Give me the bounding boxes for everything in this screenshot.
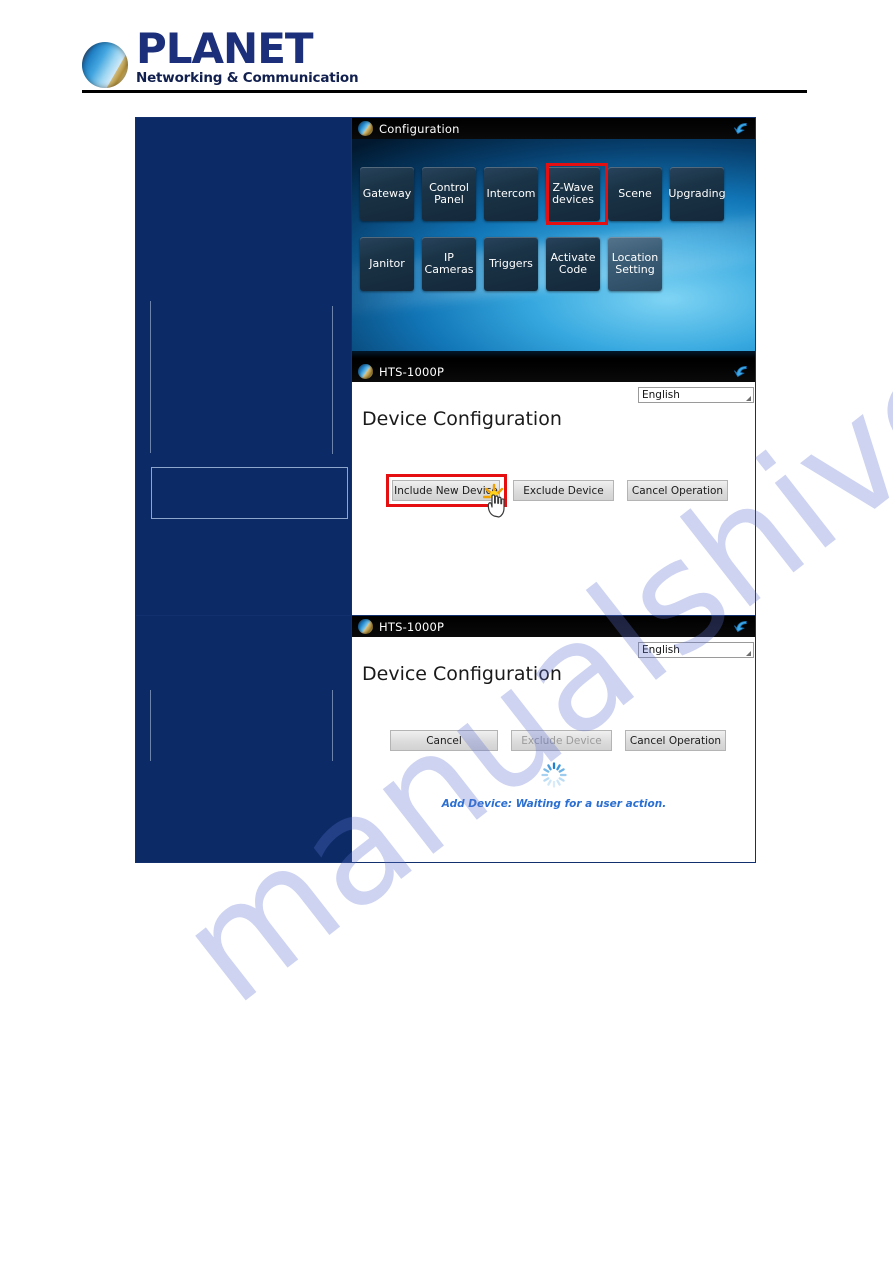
brand-tagline: Networking & Communication [136,70,359,86]
redacted-callout-box [151,467,348,519]
language-select[interactable]: English [638,387,754,403]
tile-gateway[interactable]: Gateway [360,167,414,221]
titlebar-title: Configuration [379,121,460,136]
hand-pointer-click-icon [482,483,517,519]
tile-janitor[interactable]: Janitor [360,237,414,291]
device-config-step1-titlebar: HTS-1000P [352,361,755,382]
exclude-device-button[interactable]: Exclude Device [513,480,614,501]
planet-globe-icon [82,41,128,88]
tile-z-wave-devices[interactable]: Z-Wave devices [546,167,600,221]
screenshot-table: Configuration Gateway Control Panel Inte… [135,117,756,863]
tile-upgrading[interactable]: Upgrading [668,167,726,221]
panel-cell: HTS-1000P English Device Configuration C… [352,616,755,862]
panel-cell: Configuration Gateway Control Panel Inte… [352,118,755,615]
device-config-step1-button-row: Include New Device Exclude Device Cancel… [392,480,728,501]
language-select-value: English [642,644,680,656]
planet-wordmark: PLANET Networking & Communication [136,24,359,88]
tile-intercom[interactable]: Intercom [484,167,538,221]
cancel-operation-button[interactable]: Cancel Operation [627,480,728,501]
planet-globe-icon [358,364,373,379]
page-title: Device Configuration [362,408,562,430]
planet-logo: PLANET Networking & Communication [82,24,359,88]
back-arrow-icon[interactable] [733,618,751,635]
tile-ip-cameras[interactable]: IP Cameras [422,237,476,291]
tile-activate-code[interactable]: Activate Code [546,237,600,291]
table-row: HTS-1000P English Device Configuration C… [136,616,755,862]
titlebar-title: HTS-1000P [379,619,445,634]
status-message: Add Device: Waiting for a user action. [441,798,667,810]
tile-location-setting[interactable]: Location Setting [608,237,662,291]
device-config-step2-titlebar: HTS-1000P [352,616,755,637]
chevron-down-icon [746,651,751,656]
exclude-device-button: Exclude Device [511,730,612,751]
device-config-step1-body: English Device Configuration Include New… [352,382,755,592]
device-config-step2-button-row: Cancel Exclude Device Cancel Operation [390,730,726,751]
language-select-value: English [642,389,680,401]
redaction-tick [150,690,151,761]
tile-scene[interactable]: Scene [608,167,662,221]
configuration-panel: Configuration Gateway Control Panel Inte… [352,118,755,361]
device-config-step2-panel: HTS-1000P English Device Configuration C… [352,616,755,847]
planet-globe-icon [358,619,373,634]
chevron-down-icon [746,396,751,401]
redaction-tick [332,306,333,454]
tile-row-1: Gateway Control Panel Intercom Z-Wave de… [360,167,726,221]
page-title: Device Configuration [362,663,562,685]
redacted-text-cell [136,118,352,615]
tile-control-panel[interactable]: Control Panel [422,167,476,221]
redaction-tick [150,301,151,453]
tile-triggers[interactable]: Triggers [484,237,538,291]
titlebar-title: HTS-1000P [379,364,445,379]
language-select[interactable]: English [638,642,754,658]
loading-spinner-icon [541,762,567,788]
device-config-step1-panel: HTS-1000P English Device Configuration I… [352,361,755,592]
planet-globe-icon [358,121,373,136]
brand-name: PLANET [136,24,314,73]
redaction-tick [332,690,333,761]
cancel-button[interactable]: Cancel [390,730,498,751]
header-divider [82,90,807,93]
configuration-titlebar: Configuration [352,118,755,139]
redacted-text-cell [136,616,352,862]
cancel-operation-button[interactable]: Cancel Operation [625,730,726,751]
back-arrow-icon[interactable] [733,363,751,380]
table-row: Configuration Gateway Control Panel Inte… [136,118,755,616]
back-arrow-icon[interactable] [733,120,751,137]
device-config-step2-body: English Device Configuration Cancel Excl… [352,637,755,847]
configuration-tile-grid: Gateway Control Panel Intercom Z-Wave de… [352,139,755,361]
tile-row-2: Janitor IP Cameras Triggers Activate Cod… [360,237,662,291]
document-header: PLANET Networking & Communication [0,0,893,96]
